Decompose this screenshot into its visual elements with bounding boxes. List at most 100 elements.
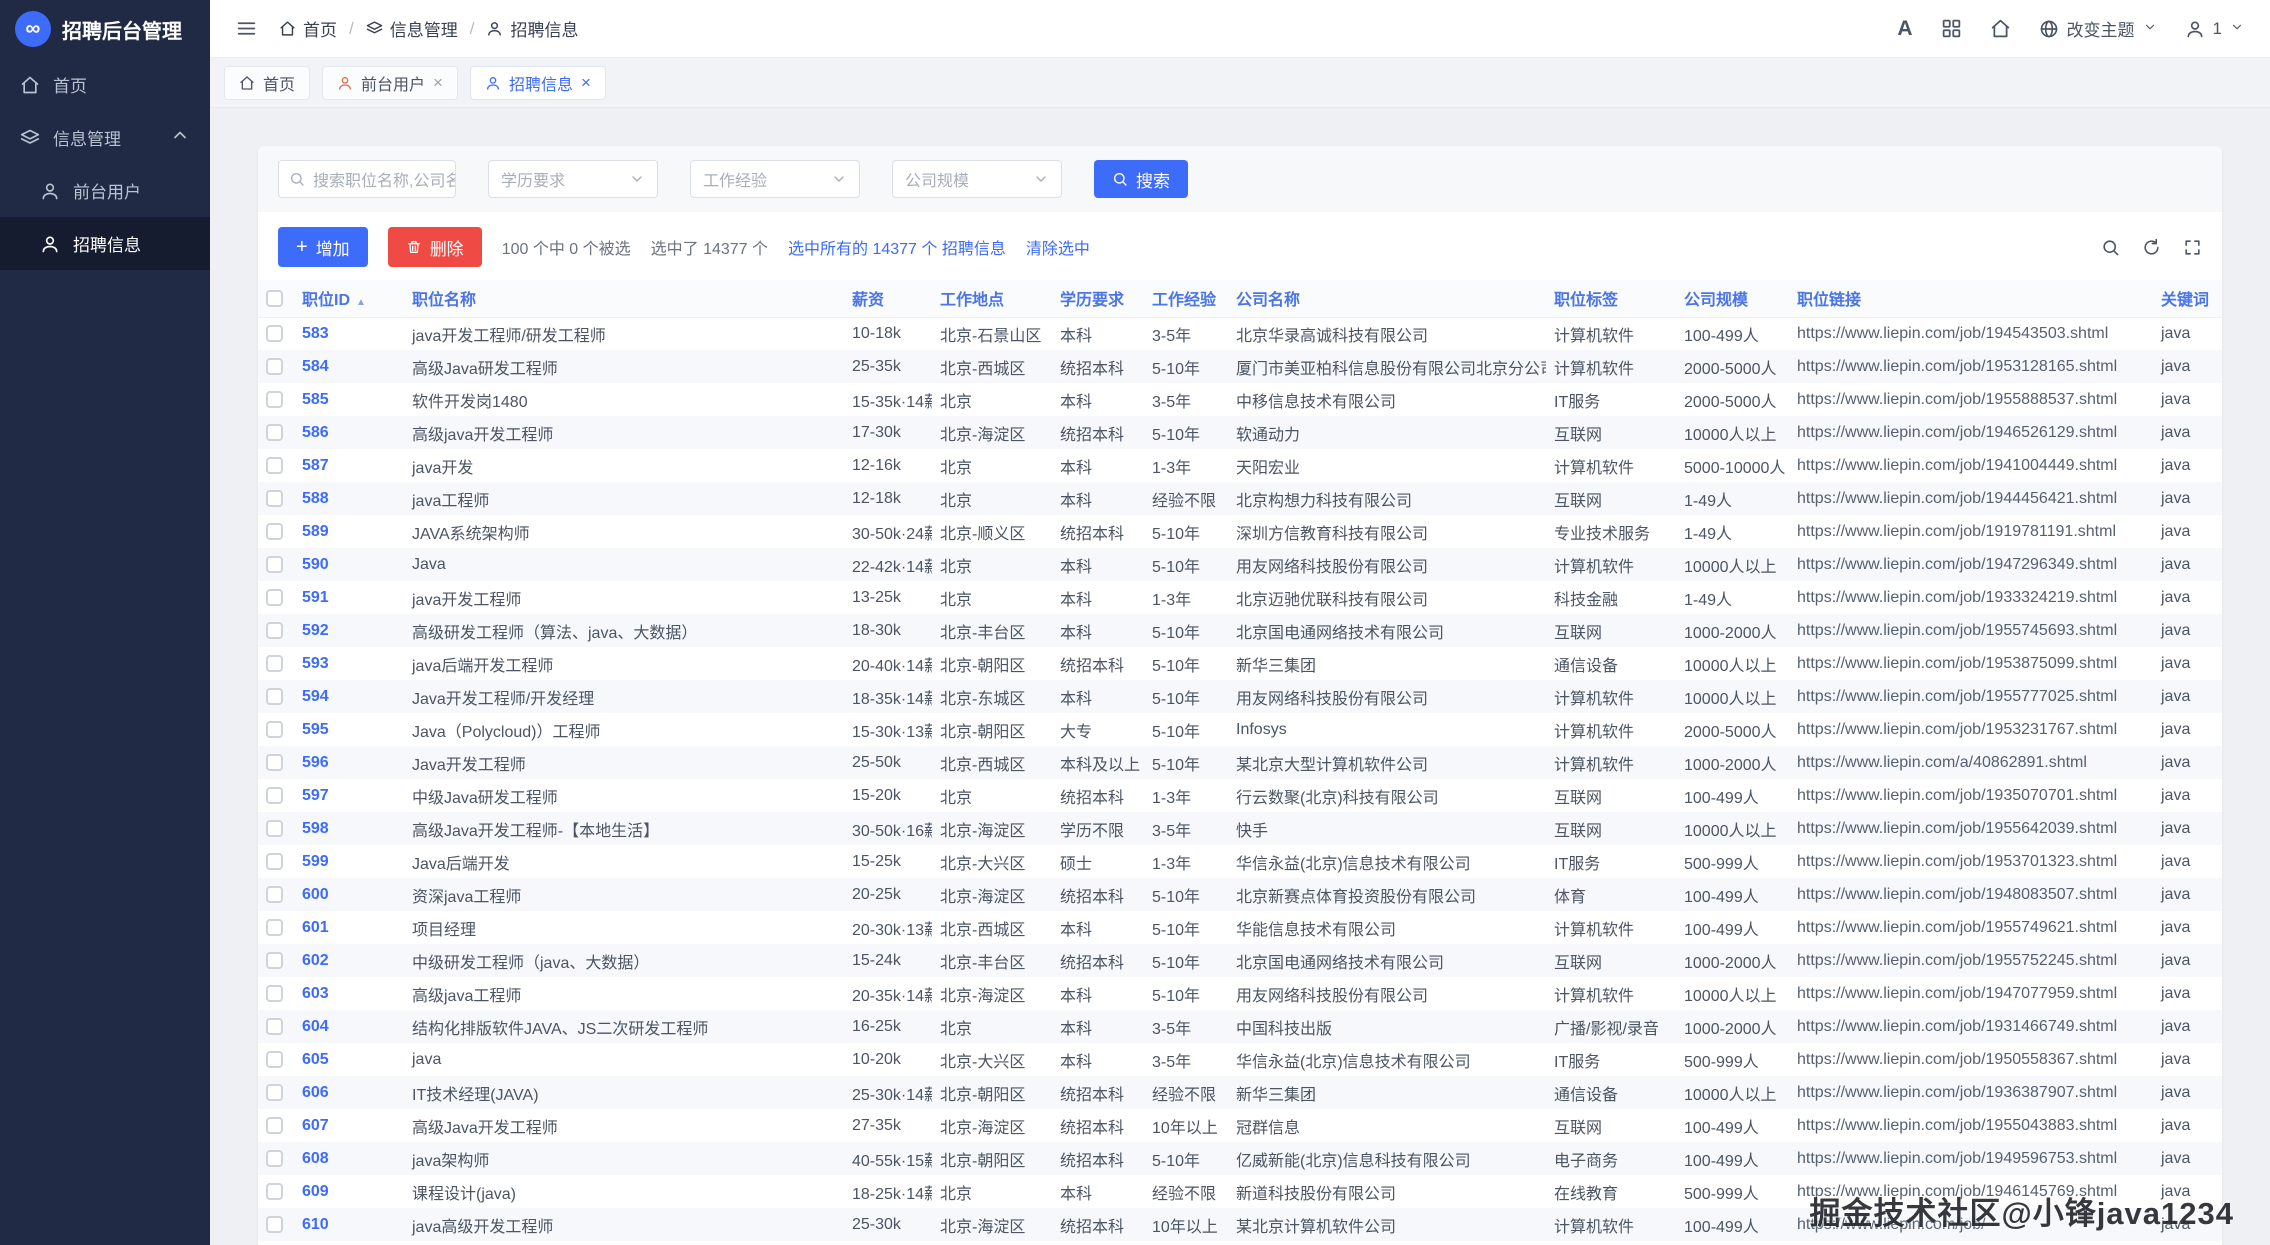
job-id-link[interactable]: 594 — [294, 680, 404, 713]
col-header-keyword[interactable]: 关键词 — [2153, 280, 2222, 317]
col-header-experience[interactable]: 工作经验 — [1144, 280, 1228, 317]
add-button[interactable]: + 增加 — [278, 227, 368, 267]
sidebar-item-info-mgmt[interactable]: 信息管理 — [0, 111, 210, 164]
row-checkbox[interactable] — [266, 688, 283, 705]
row-checkbox[interactable] — [266, 853, 283, 870]
job-id-link[interactable]: 585 — [294, 383, 404, 416]
tab-home[interactable]: 首页 — [224, 66, 310, 100]
row-checkbox[interactable] — [266, 820, 283, 837]
job-id-link[interactable]: 587 — [294, 449, 404, 482]
row-checkbox[interactable] — [266, 1150, 283, 1167]
row-checkbox[interactable] — [266, 1051, 283, 1068]
row-checkbox[interactable] — [266, 523, 283, 540]
row-checkbox[interactable] — [266, 655, 283, 672]
breadcrumb-home[interactable]: 首页 — [279, 16, 337, 41]
apps-grid-icon[interactable] — [1941, 18, 1962, 39]
col-header-job-link[interactable]: 职位链接 — [1789, 280, 2153, 317]
job-id-link[interactable]: 598 — [294, 812, 404, 845]
experience-filter-select[interactable]: 工作经验 — [690, 160, 860, 198]
menu-toggle-icon[interactable] — [236, 18, 257, 39]
job-id-link[interactable]: 593 — [294, 647, 404, 680]
row-checkbox[interactable] — [266, 457, 283, 474]
job-id-link[interactable]: 610 — [294, 1208, 404, 1241]
job-id-link[interactable]: 588 — [294, 482, 404, 515]
col-header-salary[interactable]: 薪资 — [844, 280, 932, 317]
font-size-button[interactable]: A — [1897, 17, 1912, 41]
row-checkbox[interactable] — [266, 721, 283, 738]
sidebar-item-recruit-info[interactable]: 招聘信息 — [0, 217, 210, 270]
sidebar-item-home[interactable]: 首页 — [0, 58, 210, 111]
col-header-education[interactable]: 学历要求 — [1052, 280, 1144, 317]
sort-asc-icon[interactable]: ▲ — [356, 297, 366, 308]
delete-button[interactable]: 删除 — [388, 227, 482, 267]
row-checkbox[interactable] — [266, 1018, 283, 1035]
job-id-link[interactable]: 600 — [294, 878, 404, 911]
fullscreen-icon[interactable] — [2183, 238, 2202, 257]
row-checkbox[interactable] — [266, 556, 283, 573]
job-id-link[interactable]: 590 — [294, 548, 404, 581]
job-id-link[interactable]: 599 — [294, 845, 404, 878]
job-id-link[interactable]: 586 — [294, 416, 404, 449]
row-checkbox[interactable] — [266, 490, 283, 507]
job-id-link[interactable]: 583 — [294, 317, 404, 350]
col-header-company-size[interactable]: 公司规模 — [1676, 280, 1789, 317]
col-header-tag[interactable]: 职位标签 — [1546, 280, 1676, 317]
row-checkbox[interactable] — [266, 424, 283, 441]
job-id-link[interactable]: 606 — [294, 1076, 404, 1109]
table-search-icon[interactable] — [2101, 238, 2120, 257]
job-id-link[interactable]: 589 — [294, 515, 404, 548]
row-checkbox[interactable] — [266, 1216, 283, 1233]
row-checkbox[interactable] — [266, 325, 283, 342]
sidebar-item-frontend-users[interactable]: 前台用户 — [0, 164, 210, 217]
col-header-job-title[interactable]: 职位名称 — [404, 280, 844, 317]
row-checkbox[interactable] — [266, 1183, 283, 1200]
clear-selection-link[interactable]: 清除选中 — [1026, 235, 1090, 259]
job-id-link[interactable]: 608 — [294, 1142, 404, 1175]
home-shortcut-icon[interactable] — [1990, 18, 2011, 39]
row-checkbox[interactable] — [266, 391, 283, 408]
row-checkbox[interactable] — [266, 919, 283, 936]
job-id-link[interactable]: 592 — [294, 614, 404, 647]
job-id-link[interactable]: 611 — [294, 1241, 404, 1245]
row-checkbox[interactable] — [266, 985, 283, 1002]
close-icon[interactable]: × — [433, 74, 443, 91]
job-id-link[interactable]: 609 — [294, 1175, 404, 1208]
user-menu[interactable]: 1 — [2185, 19, 2244, 39]
job-id-link[interactable]: 605 — [294, 1043, 404, 1076]
row-checkbox[interactable] — [266, 589, 283, 606]
close-icon[interactable]: × — [581, 74, 591, 91]
breadcrumb-recruit-info[interactable]: 招聘信息 — [486, 16, 578, 41]
row-checkbox[interactable] — [266, 622, 283, 639]
job-id-link[interactable]: 604 — [294, 1010, 404, 1043]
row-checkbox[interactable] — [266, 1117, 283, 1134]
theme-switcher[interactable]: 改变主题 — [2039, 16, 2157, 41]
job-id-link[interactable]: 601 — [294, 911, 404, 944]
col-header-company[interactable]: 公司名称 — [1228, 280, 1546, 317]
row-checkbox[interactable] — [266, 1084, 283, 1101]
row-checkbox[interactable] — [266, 754, 283, 771]
education-filter-select[interactable]: 学历要求 — [488, 160, 658, 198]
job-id-link[interactable]: 607 — [294, 1109, 404, 1142]
col-header-job-id[interactable]: 职位ID▲ — [294, 280, 404, 317]
job-id-link[interactable]: 596 — [294, 746, 404, 779]
breadcrumb-info-mgmt[interactable]: 信息管理 — [366, 16, 458, 41]
row-checkbox[interactable] — [266, 358, 283, 375]
row-checkbox[interactable] — [266, 787, 283, 804]
row-checkbox[interactable] — [266, 952, 283, 969]
select-all-link[interactable]: 选中所有的 14377 个 招聘信息 — [788, 235, 1006, 259]
row-checkbox[interactable] — [266, 886, 283, 903]
tab-recruit-info[interactable]: 招聘信息 × — [470, 66, 606, 100]
job-id-link[interactable]: 597 — [294, 779, 404, 812]
job-id-link[interactable]: 602 — [294, 944, 404, 977]
select-all-checkbox[interactable] — [266, 290, 283, 307]
job-id-link[interactable]: 595 — [294, 713, 404, 746]
search-input[interactable]: 搜索职位名称,公司名称,工... — [278, 160, 456, 198]
job-id-link[interactable]: 603 — [294, 977, 404, 1010]
company-size-filter-select[interactable]: 公司规模 — [892, 160, 1062, 198]
job-id-link[interactable]: 591 — [294, 581, 404, 614]
col-header-location[interactable]: 工作地点 — [932, 280, 1052, 317]
job-id-link[interactable]: 584 — [294, 350, 404, 383]
refresh-icon[interactable] — [2142, 238, 2161, 257]
search-button[interactable]: 搜索 — [1094, 160, 1188, 198]
tab-frontend-users[interactable]: 前台用户 × — [322, 66, 458, 100]
